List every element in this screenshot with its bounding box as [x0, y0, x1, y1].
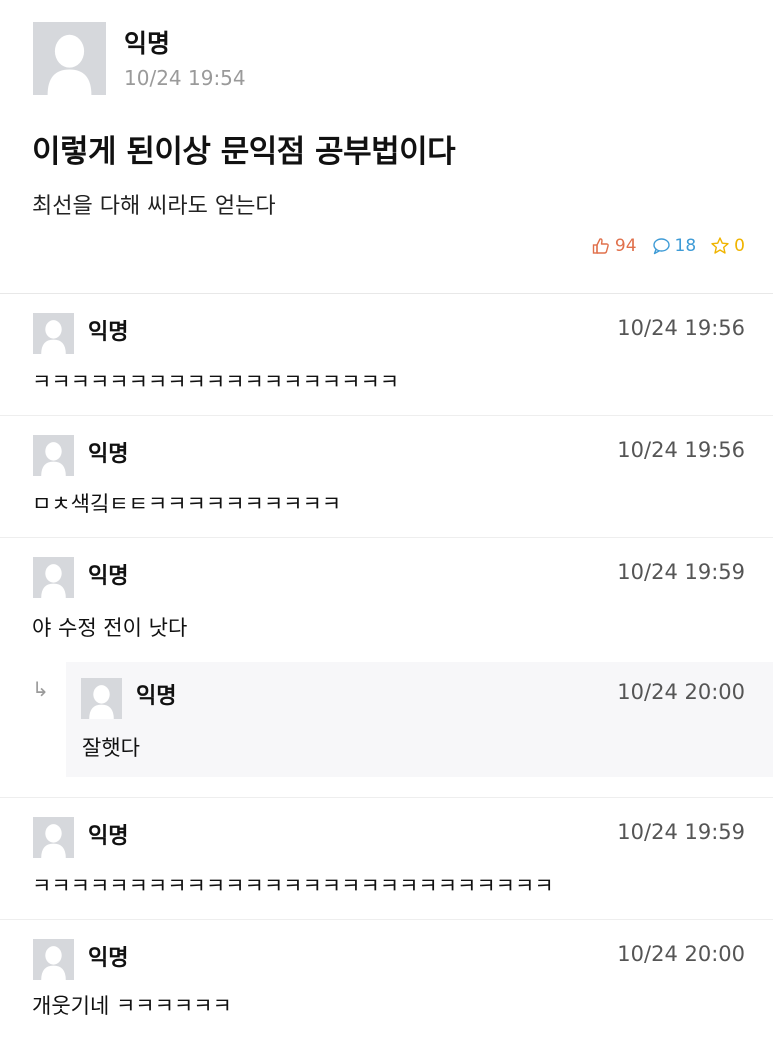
avatar[interactable] [33, 435, 74, 476]
comment-timestamp: 10/24 20:00 [617, 942, 745, 966]
thumbs-up-icon [592, 238, 609, 254]
reply-text: 잘햇다 [82, 736, 140, 760]
comment-item: 익명 10/24 19:56 ㅁㅊ색깈ㅌㅌㅋㅋㅋㅋㅋㅋㅋㅋㅋㅋ [0, 416, 773, 538]
comment-author: 익명 [88, 320, 129, 345]
default-avatar-icon [33, 557, 74, 598]
avatar[interactable] [33, 557, 74, 598]
scrap-count-value: 0 [734, 236, 745, 256]
post-page: 익명 10/24 19:54 이렇게 된이상 문익점 공부법이다 최선을 다해 … [0, 0, 773, 1039]
post-title: 이렇게 된이상 문익점 공부법이다 [32, 134, 456, 170]
default-avatar-icon [33, 22, 106, 95]
comment-count[interactable]: 18 [651, 236, 697, 256]
comment-text: ㅁㅊ색깈ㅌㅌㅋㅋㅋㅋㅋㅋㅋㅋㅋㅋ [32, 492, 342, 516]
comment-item: 익명 10/24 19:59 ㅋㅋㅋㅋㅋㅋㅋㅋㅋㅋㅋㅋㅋㅋㅋㅋㅋㅋㅋㅋㅋㅋㅋㅋㅋ… [0, 798, 773, 920]
comment-timestamp: 10/24 19:56 [617, 316, 745, 340]
like-count-value: 94 [614, 236, 637, 256]
post-header: 익명 10/24 19:54 이렇게 된이상 문익점 공부법이다 최선을 다해 … [0, 0, 773, 294]
speech-bubble-icon [652, 238, 670, 255]
post-stats: 94 18 0 [577, 236, 745, 256]
post-body: 최선을 다해 씨라도 얻는다 [32, 194, 276, 219]
comment-text: 개웃기네 ㅋㅋㅋㅋㅋㅋ [32, 994, 232, 1018]
comment-count-value: 18 [674, 236, 697, 256]
reply-item: 익명 10/24 20:00 잘햇다 [66, 662, 773, 777]
default-avatar-icon [33, 939, 74, 980]
comment-timestamp: 10/24 19:56 [617, 438, 745, 462]
comment-text: 야 수정 전이 낫다 [32, 616, 188, 640]
avatar[interactable] [81, 678, 122, 719]
avatar[interactable] [33, 22, 106, 95]
comment-author: 익명 [88, 946, 129, 971]
scrap-count[interactable]: 0 [710, 236, 745, 256]
post-author: 익명 [124, 29, 171, 58]
default-avatar-icon [33, 817, 74, 858]
default-avatar-icon [33, 435, 74, 476]
reply-arrow-icon: ↳ [32, 677, 49, 701]
comment-timestamp: 10/24 19:59 [617, 820, 745, 844]
comment-author: 익명 [88, 824, 129, 849]
avatar[interactable] [33, 313, 74, 354]
avatar[interactable] [33, 817, 74, 858]
comment-timestamp: 10/24 19:59 [617, 560, 745, 584]
default-avatar-icon [33, 313, 74, 354]
star-icon [711, 237, 729, 254]
like-count[interactable]: 94 [591, 236, 637, 256]
reply-timestamp: 10/24 20:00 [617, 680, 745, 704]
avatar[interactable] [33, 939, 74, 980]
default-avatar-icon [81, 678, 122, 719]
reply-author: 익명 [136, 684, 177, 709]
comment-author: 익명 [88, 442, 129, 467]
comment-text: ㅋㅋㅋㅋㅋㅋㅋㅋㅋㅋㅋㅋㅋㅋㅋㅋㅋㅋㅋㅋㅋㅋㅋㅋㅋㅋㅋ [32, 874, 554, 898]
post-timestamp: 10/24 19:54 [124, 66, 246, 90]
comment-text: ㅋㅋㅋㅋㅋㅋㅋㅋㅋㅋㅋㅋㅋㅋㅋㅋㅋㅋㅋ [32, 370, 400, 394]
comment-item: 익명 10/24 19:56 ㅋㅋㅋㅋㅋㅋㅋㅋㅋㅋㅋㅋㅋㅋㅋㅋㅋㅋㅋ [0, 294, 773, 416]
comment-item: 익명 10/24 20:00 개웃기네 ㅋㅋㅋㅋㅋㅋ [0, 920, 773, 1039]
comment-author: 익명 [88, 564, 129, 589]
